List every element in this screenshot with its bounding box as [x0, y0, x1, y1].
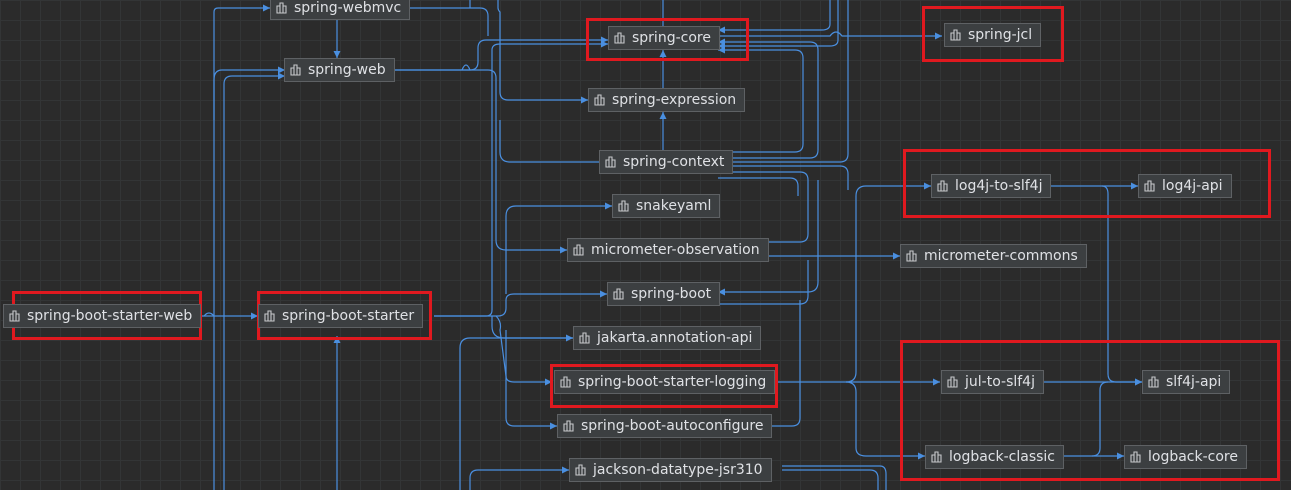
module-icon — [579, 332, 590, 344]
module-icon — [290, 64, 301, 76]
node-spring-boot[interactable]: spring-boot — [607, 282, 721, 306]
node-jakarta-annotation-api[interactable]: jakarta.annotation-api — [573, 326, 762, 350]
node-label: jackson-datatype-jsr310 — [593, 462, 763, 478]
node-jul-to-slf4j[interactable]: jul-to-slf4j — [941, 370, 1044, 394]
node-spring-boot-autoconfigure[interactable]: spring-boot-autoconfigure — [557, 414, 773, 438]
module-icon — [1130, 451, 1141, 463]
module-icon — [937, 180, 948, 192]
module-icon — [931, 451, 942, 463]
node-spring-context[interactable]: spring-context — [599, 150, 734, 174]
module-icon — [594, 94, 605, 106]
node-logback-core[interactable]: logback-core — [1124, 445, 1247, 469]
module-icon — [560, 376, 571, 388]
node-label: spring-boot-autoconfigure — [581, 418, 764, 434]
node-label: spring-web — [308, 62, 386, 78]
node-label: spring-webmvc — [294, 0, 402, 16]
node-spring-web[interactable]: spring-web — [284, 58, 395, 82]
node-jackson-datatype-jsr310[interactable]: jackson-datatype-jsr310 — [569, 458, 772, 482]
node-label: jul-to-slf4j — [965, 374, 1035, 390]
module-icon — [950, 29, 961, 41]
module-icon — [264, 310, 275, 322]
node-label: logback-classic — [949, 449, 1056, 465]
module-icon — [276, 2, 287, 14]
node-label: spring-boot-starter — [282, 308, 415, 324]
node-label: micrometer-commons — [924, 248, 1078, 264]
node-spring-boot-starter-logging[interactable]: spring-boot-starter-logging — [554, 370, 776, 394]
node-label: log4j-to-slf4j — [955, 178, 1043, 194]
module-icon — [563, 420, 574, 432]
module-icon — [575, 464, 586, 476]
node-label: micrometer-observation — [591, 242, 760, 258]
node-log4j-api[interactable]: log4j-api — [1138, 174, 1232, 198]
node-label: log4j-api — [1162, 178, 1223, 194]
node-micrometer-commons[interactable]: micrometer-commons — [900, 244, 1087, 268]
node-label: snakeyaml — [636, 198, 712, 214]
node-spring-boot-starter-web[interactable]: spring-boot-starter-web — [3, 304, 202, 328]
node-snakeyaml[interactable]: snakeyaml — [612, 194, 721, 218]
node-label: spring-boot — [631, 286, 712, 302]
node-label: spring-core — [632, 30, 711, 46]
node-label: spring-expression — [612, 92, 737, 108]
node-label: logback-core — [1148, 449, 1238, 465]
node-spring-boot-starter[interactable]: spring-boot-starter — [258, 304, 424, 328]
module-icon — [1144, 180, 1155, 192]
module-icon — [613, 288, 624, 300]
node-spring-webmvc[interactable]: spring-webmvc — [270, 0, 411, 20]
node-spring-expression[interactable]: spring-expression — [588, 88, 746, 112]
node-label: slf4j-api — [1166, 374, 1222, 390]
module-icon — [1148, 376, 1159, 388]
node-label: spring-boot-starter-logging — [578, 374, 767, 390]
node-label: spring-boot-starter-web — [27, 308, 193, 324]
module-icon — [9, 310, 20, 322]
node-slf4j-api[interactable]: slf4j-api — [1142, 370, 1231, 394]
module-icon — [618, 200, 629, 212]
node-spring-jcl[interactable]: spring-jcl — [944, 23, 1042, 47]
module-icon — [605, 156, 616, 168]
node-log4j-to-slf4j[interactable]: log4j-to-slf4j — [931, 174, 1052, 198]
module-icon — [906, 250, 917, 262]
node-micrometer-observation[interactable]: micrometer-observation — [567, 238, 769, 262]
node-spring-core[interactable]: spring-core — [608, 26, 720, 50]
node-label: spring-jcl — [968, 27, 1033, 43]
module-icon — [947, 376, 958, 388]
node-label: jakarta.annotation-api — [597, 330, 753, 346]
node-logback-classic[interactable]: logback-classic — [925, 445, 1065, 469]
module-icon — [614, 32, 625, 44]
node-label: spring-context — [623, 154, 725, 170]
module-icon — [573, 244, 584, 256]
